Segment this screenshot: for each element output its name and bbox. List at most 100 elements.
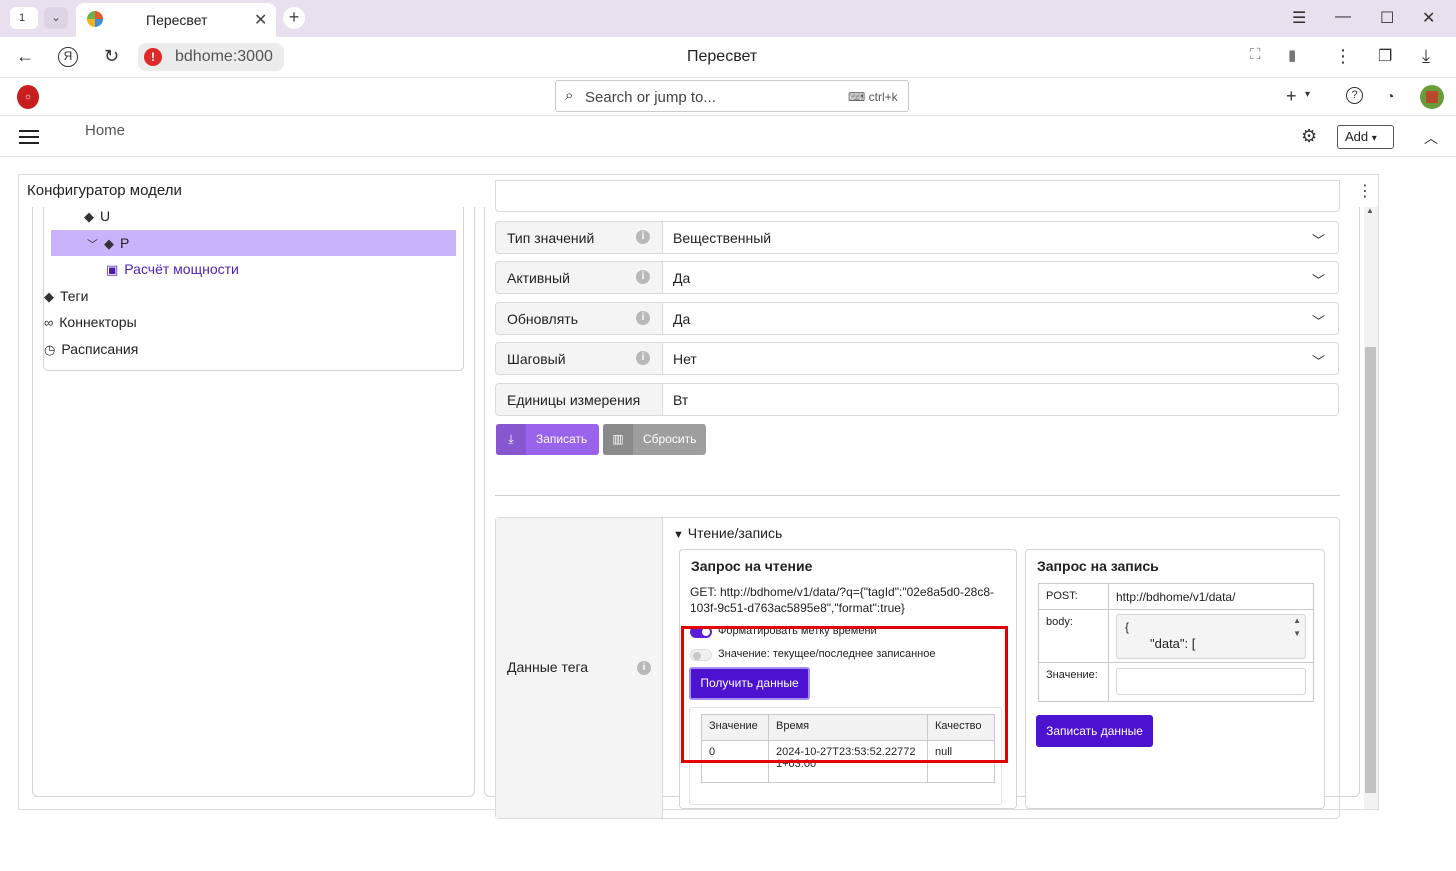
tab-counter[interactable]: 1 xyxy=(10,7,38,29)
close-tab-icon[interactable]: ✕ xyxy=(254,10,267,30)
search-shortcut: ⌨ ctrl+k xyxy=(848,90,898,104)
sub-header: Home ⚙ Add ▾ ︿ xyxy=(0,116,1456,157)
write-request-card: Запрос на запись POST: http://bdhome/v1/… xyxy=(1025,549,1325,809)
minimize-icon[interactable]: — xyxy=(1335,8,1351,26)
triangle-down-icon: ▼ xyxy=(673,529,684,541)
breadcrumb-home[interactable]: Home xyxy=(85,122,125,139)
form-row-units: Единицы измерения Вт xyxy=(495,383,1340,416)
tree-item-label: P xyxy=(120,235,130,251)
read-request-url: GET: http://bdhome/v1/data/?q={"tagId":"… xyxy=(690,585,994,615)
tree-item-schedules[interactable]: ◷ Расписания xyxy=(44,341,138,358)
add-button-label: Add xyxy=(1345,129,1369,144)
search-icon: ⌕ xyxy=(565,87,574,104)
form-row-update: Обновлять i Да ﹀ xyxy=(495,302,1340,335)
info-icon[interactable]: i xyxy=(636,351,650,365)
gear-icon[interactable]: ⚙ xyxy=(1301,126,1317,147)
tags-icon: ◆ xyxy=(44,289,54,304)
read-card-title: Запрос на чтение xyxy=(691,558,813,574)
tree-item-label: Теги xyxy=(60,288,89,304)
yandex-icon[interactable]: Я xyxy=(58,47,78,67)
field-label: Единицы измерения xyxy=(495,383,663,416)
trash-icon: ▥ xyxy=(603,424,633,455)
collections-icon[interactable]: ❐ xyxy=(1378,46,1392,66)
select-value: Да xyxy=(673,270,691,286)
info-icon[interactable]: i xyxy=(636,311,650,325)
tree-item-tags[interactable]: ◆ Теги xyxy=(44,288,88,305)
value-type-select[interactable]: Вещественный ﹀ xyxy=(662,221,1339,254)
scroll-up-icon[interactable]: ▲ xyxy=(1293,616,1301,625)
close-window-icon[interactable]: ✕ xyxy=(1422,8,1435,28)
more-icon[interactable]: ⋮ xyxy=(1334,46,1352,67)
browser-tab[interactable]: Пересвет ✕ xyxy=(76,3,276,37)
stepped-select[interactable]: Нет ﹀ xyxy=(662,342,1339,375)
info-icon[interactable]: i xyxy=(636,270,650,284)
write-data-button[interactable]: Записать данные xyxy=(1036,715,1153,747)
info-icon[interactable]: i xyxy=(637,661,651,675)
chevron-down-icon: ﹀ xyxy=(1311,314,1325,329)
help-icon[interactable]: ? xyxy=(1346,87,1363,104)
url-host: bdhome:3000 xyxy=(175,48,273,65)
tree-item-label: U xyxy=(100,208,111,224)
tag-icon: ◆ xyxy=(104,236,114,251)
active-select[interactable]: Да ﹀ xyxy=(662,261,1339,294)
translate-icon[interactable]: ⛶ xyxy=(1250,46,1261,63)
tab-list-chevron-icon[interactable]: ⌄ xyxy=(44,7,68,29)
panel-scrollbar[interactable]: ▲ xyxy=(1364,206,1378,809)
form-row-active: Активный i Да ﹀ xyxy=(495,261,1340,294)
maximize-icon[interactable]: ☐ xyxy=(1380,8,1394,28)
link-icon: ∞ xyxy=(44,315,54,330)
save-button[interactable]: ⤓ Записать xyxy=(496,424,599,455)
chevron-down-icon: ﹀ xyxy=(1311,273,1325,288)
read-write-details-toggle[interactable]: ▼ Чтение/запись xyxy=(673,525,782,541)
rss-icon[interactable]: ◔ xyxy=(1386,88,1394,104)
select-value: Да xyxy=(673,311,691,327)
collapse-chevron-up-icon[interactable]: ︿ xyxy=(1424,128,1438,148)
chevron-down-icon[interactable]: ﹀ xyxy=(87,236,98,252)
scrollbar-thumb[interactable] xyxy=(1365,347,1376,793)
form-row-stepped: Шаговый i Нет ﹀ xyxy=(495,342,1340,375)
write-row-value: Значение: xyxy=(1039,663,1313,701)
update-select[interactable]: Да ﹀ xyxy=(662,302,1339,335)
page-title: Пересвет xyxy=(687,48,758,65)
save-button-label: Записать xyxy=(536,432,588,446)
units-input[interactable]: Вт xyxy=(662,383,1339,416)
tree-item-power-calc[interactable]: ▣ Расчёт мощности xyxy=(106,261,239,278)
hamburger-menu-icon[interactable] xyxy=(19,130,39,144)
tree-item-p[interactable]: ﹀ ◆ P xyxy=(87,235,129,252)
script-file-icon: ▣ xyxy=(106,262,119,277)
menu-icon[interactable]: ☰ xyxy=(1292,8,1306,28)
chevron-down-icon[interactable]: ▾ xyxy=(1305,89,1310,100)
info-icon[interactable]: i xyxy=(636,230,650,244)
details-summary: Чтение/запись xyxy=(687,525,783,541)
reload-icon[interactable]: ↻ xyxy=(104,46,119,67)
body-textarea[interactable]: { "data": [ ▲ ▼ xyxy=(1116,614,1306,659)
download-icon[interactable]: ⤓ xyxy=(1422,46,1430,67)
tree-item-label: Расписания xyxy=(61,341,139,357)
user-avatar[interactable] xyxy=(1420,85,1444,109)
url-field[interactable]: ! bdhome:3000 xyxy=(138,43,284,71)
app-header: ☼ ⌕ Search or jump to... ⌨ ctrl+k + ▾ ? … xyxy=(0,78,1456,116)
scroll-up-icon[interactable]: ▲ xyxy=(1366,206,1374,215)
reset-button[interactable]: ▥ Сбросить xyxy=(603,424,706,455)
bookmark-icon[interactable]: ▮ xyxy=(1288,46,1296,64)
panel-title: Конфигуратор модели xyxy=(27,182,182,199)
form-row-hidden xyxy=(495,180,1340,212)
scroll-down-icon[interactable]: ▼ xyxy=(1293,629,1301,638)
chevron-down-icon: ﹀ xyxy=(1311,354,1325,369)
tree-item-label: Расчёт мощности xyxy=(124,261,239,277)
new-tab-icon[interactable]: + xyxy=(283,7,305,29)
back-icon[interactable]: ← xyxy=(16,46,34,67)
write-row-body: body: { "data": [ ▲ ▼ xyxy=(1039,610,1313,663)
tree-item-connectors[interactable]: ∞ Коннекторы xyxy=(44,314,137,330)
search-input[interactable]: ⌕ Search or jump to... ⌨ ctrl+k xyxy=(555,80,909,112)
search-placeholder: Search or jump to... xyxy=(585,89,716,106)
model-tree-panel: ◆ U ﹀ ◆ P ▣ Расчёт мощности ◆ Теги ∞ Коннектор… xyxy=(32,207,475,797)
insecure-warning-icon[interactable]: ! xyxy=(144,48,162,66)
app-logo-icon[interactable]: ☼ xyxy=(17,85,39,109)
create-new-icon[interactable]: + xyxy=(1286,86,1297,107)
write-value-input[interactable] xyxy=(1116,668,1306,695)
add-button[interactable]: Add ▾ xyxy=(1337,125,1394,149)
tree-item-u[interactable]: ◆ U xyxy=(84,208,110,225)
address-bar: ← Я ↻ ! bdhome:3000 Пересвет ⛶ ▮ ⋮ ❐ ⤓ xyxy=(0,37,1456,78)
panel-menu-icon[interactable]: ⋮ xyxy=(1357,181,1373,201)
